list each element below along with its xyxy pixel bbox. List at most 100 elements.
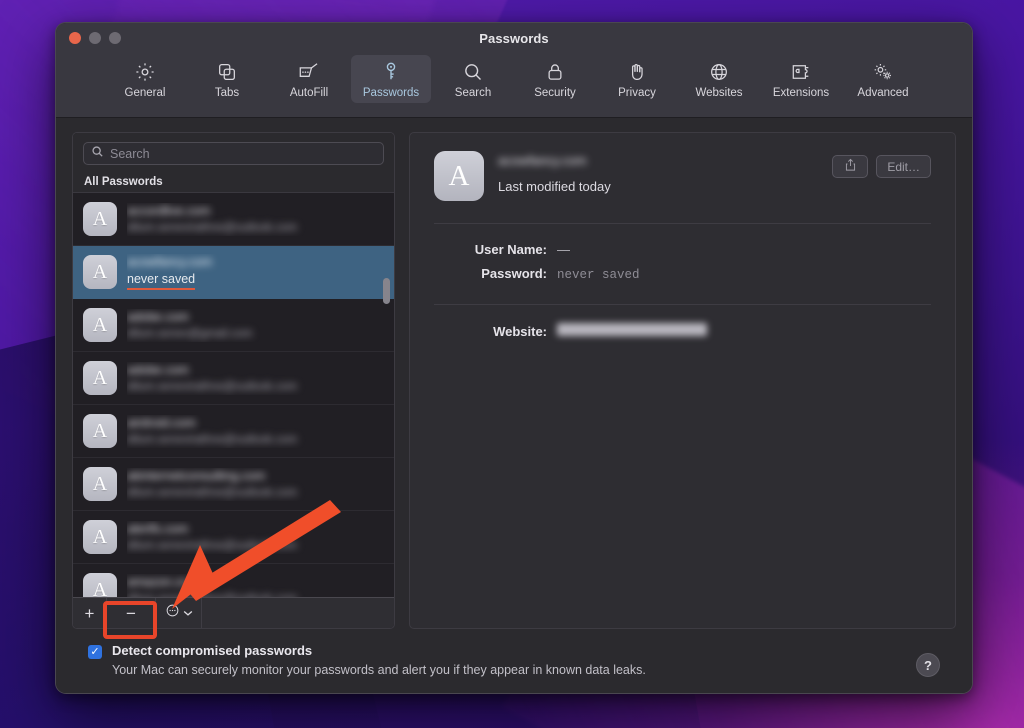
list-item-text: akinternetconsulting.com dilum.senevirat… bbox=[127, 468, 384, 501]
edit-button[interactable]: Edit… bbox=[876, 155, 931, 178]
list-item-never-saved: never saved bbox=[127, 271, 195, 290]
field-row-password: Password: never saved bbox=[434, 266, 931, 282]
detail-last-modified: Last modified today bbox=[498, 179, 818, 194]
list-item[interactable]: A adobe.com dilum.senev@gmail.com bbox=[73, 299, 394, 352]
share-button[interactable] bbox=[832, 155, 868, 178]
ellipsis-circle-icon bbox=[165, 603, 180, 623]
window-title: Passwords bbox=[56, 31, 972, 46]
toolbar-label: Passwords bbox=[363, 87, 419, 99]
toolbar-item-search[interactable]: Search bbox=[433, 55, 513, 103]
minimize-button[interactable] bbox=[89, 32, 101, 44]
detect-compromised-checkbox[interactable]: ✓ bbox=[88, 645, 102, 659]
detail-site: acowfancy.com bbox=[498, 153, 818, 169]
search-icon bbox=[462, 58, 484, 85]
detail-avatar: A bbox=[434, 151, 484, 201]
remove-password-button[interactable]: − bbox=[107, 598, 155, 628]
avatar: A bbox=[83, 414, 117, 448]
key-icon bbox=[380, 58, 402, 85]
list-item-site: alertfs.com bbox=[127, 521, 384, 537]
list-item-site: amazon.co.uk bbox=[127, 574, 384, 590]
traffic-lights bbox=[69, 32, 121, 44]
toolbar-item-passwords[interactable]: Passwords bbox=[351, 55, 431, 103]
tabs-icon bbox=[216, 58, 238, 85]
avatar: A bbox=[83, 255, 117, 289]
avatar: A bbox=[83, 520, 117, 554]
toolbar-item-autofill[interactable]: AutoFill bbox=[269, 55, 349, 103]
chevron-down-icon bbox=[183, 604, 193, 622]
toolbar-item-tabs[interactable]: Tabs bbox=[187, 55, 267, 103]
search-icon bbox=[91, 145, 104, 163]
list-scrollbar-thumb[interactable] bbox=[383, 278, 390, 304]
zoom-button[interactable] bbox=[109, 32, 121, 44]
detail-actions: Edit… bbox=[832, 151, 931, 178]
list-item-username: dilum.senevirathne@outlook.com bbox=[127, 220, 384, 236]
autofill-icon bbox=[297, 58, 321, 85]
field-label: Website: bbox=[434, 324, 557, 339]
search-field[interactable] bbox=[83, 142, 384, 165]
toolbar-item-privacy[interactable]: Privacy bbox=[597, 55, 677, 103]
gear-icon bbox=[134, 58, 156, 85]
field-label: Password: bbox=[434, 266, 557, 281]
list-item-username: dilum.senevirathne@outlook.com bbox=[127, 432, 384, 448]
toolbar-label: AutoFill bbox=[290, 87, 328, 99]
detail-divider-bottom bbox=[434, 304, 931, 305]
list-item-username: dilum.senevirathne@outlook.com bbox=[127, 485, 384, 501]
toolbar-item-general[interactable]: General bbox=[105, 55, 185, 103]
detect-compromised-description: Your Mac can securely monitor your passw… bbox=[112, 663, 646, 677]
field-row-username: User Name: — bbox=[434, 242, 931, 257]
field-value-username: — bbox=[557, 242, 570, 257]
list-item[interactable]: A adobe.com dilum.senevirathne@outlook.c… bbox=[73, 352, 394, 405]
list-item-site: akinternetconsulting.com bbox=[127, 468, 384, 484]
toolbar-item-security[interactable]: Security bbox=[515, 55, 595, 103]
all-passwords-header: All Passwords bbox=[73, 173, 394, 193]
avatar: A bbox=[83, 361, 117, 395]
list-item[interactable]: A airdroid.com dilum.senevirathne@outloo… bbox=[73, 405, 394, 458]
footer-texts: Detect compromised passwords Your Mac ca… bbox=[112, 643, 646, 677]
search-container bbox=[73, 133, 394, 173]
list-item-text: accordlive.com dilum.senevirathne@outloo… bbox=[127, 203, 384, 236]
detect-compromised-label[interactable]: Detect compromised passwords bbox=[112, 643, 646, 658]
avatar: A bbox=[83, 467, 117, 501]
list-item-selected[interactable]: A acowfancy.com never saved bbox=[73, 246, 394, 299]
detail-titles: acowfancy.com Last modified today bbox=[498, 151, 818, 194]
list-item[interactable]: A akinternetconsulting.com dilum.senevir… bbox=[73, 458, 394, 511]
close-button[interactable] bbox=[69, 32, 81, 44]
add-password-button[interactable]: + bbox=[73, 598, 107, 628]
toolbar-label: Privacy bbox=[618, 87, 656, 99]
list-item-text: adobe.com dilum.senev@gmail.com bbox=[127, 309, 384, 342]
list-item-username: dilum.senevirathne@outlook.com bbox=[127, 538, 384, 554]
list-item-username: dilum.senev@gmail.com bbox=[127, 326, 384, 342]
panes: All Passwords A accordlive.com dilum.sen… bbox=[72, 132, 956, 629]
toolbar-item-advanced[interactable]: Advanced bbox=[843, 55, 923, 103]
field-value-password: never saved bbox=[557, 268, 640, 282]
toolbar-label: Websites bbox=[695, 87, 742, 99]
list-item-username: dilum.senevirathne@outlook.com bbox=[127, 591, 384, 598]
passwords-list[interactable]: A accordlive.com dilum.senevirathne@outl… bbox=[73, 193, 394, 597]
gears-icon bbox=[871, 58, 895, 85]
toolbar-spacer bbox=[202, 598, 394, 628]
list-item[interactable]: A amazon.co.uk dilum.senevirathne@outloo… bbox=[73, 564, 394, 597]
list-item[interactable]: A accordlive.com dilum.senevirathne@outl… bbox=[73, 193, 394, 246]
lock-icon bbox=[544, 58, 566, 85]
toolbar-label: Tabs bbox=[215, 87, 239, 99]
toolbar-item-extensions[interactable]: Extensions bbox=[761, 55, 841, 103]
preferences-content: All Passwords A accordlive.com dilum.sen… bbox=[56, 118, 972, 693]
toolbar-label: Security bbox=[534, 87, 576, 99]
list-item-text: airdroid.com dilum.senevirathne@outlook.… bbox=[127, 415, 384, 448]
preferences-toolbar: General Tabs bbox=[56, 53, 972, 118]
detail-header: A acowfancy.com Last modified today bbox=[434, 151, 931, 201]
list-item-site: adobe.com bbox=[127, 362, 384, 378]
password-detail-pane: A acowfancy.com Last modified today bbox=[409, 132, 956, 629]
list-scrollbar[interactable] bbox=[382, 193, 391, 597]
search-input[interactable] bbox=[110, 147, 376, 161]
more-options-button[interactable] bbox=[155, 598, 202, 628]
footer-left: ✓ Detect compromised passwords Your Mac … bbox=[88, 643, 916, 677]
toolbar-label: Advanced bbox=[857, 87, 908, 99]
field-value-website bbox=[557, 323, 707, 336]
toolbar-item-websites[interactable]: Websites bbox=[679, 55, 759, 103]
list-item-text: adobe.com dilum.senevirathne@outlook.com bbox=[127, 362, 384, 395]
window-titlebar: Passwords bbox=[56, 23, 972, 53]
help-button[interactable]: ? bbox=[916, 653, 940, 677]
list-item[interactable]: A alertfs.com dilum.senevirathne@outlook… bbox=[73, 511, 394, 564]
preferences-footer: ✓ Detect compromised passwords Your Mac … bbox=[72, 629, 956, 693]
